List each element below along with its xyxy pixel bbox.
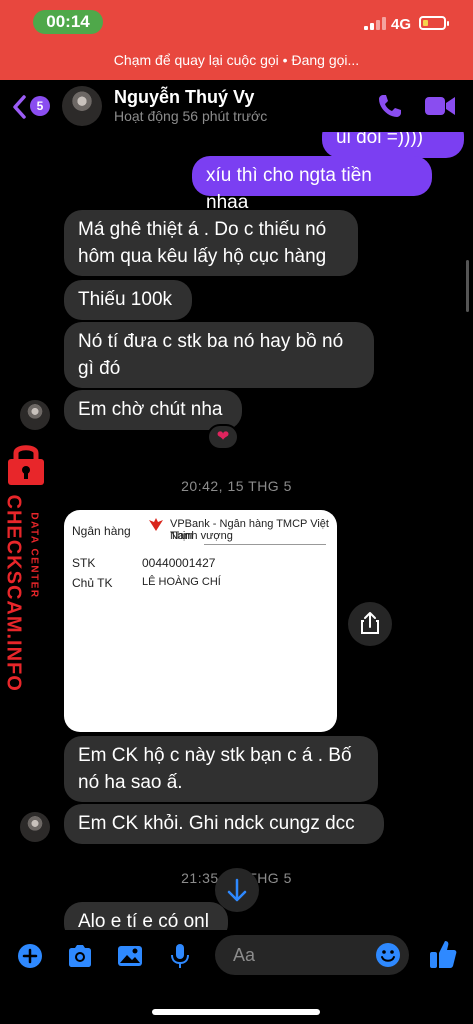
status-time: 00:14 xyxy=(33,10,103,34)
camera-icon[interactable] xyxy=(66,942,94,970)
home-indicator[interactable] xyxy=(152,1009,320,1015)
sender-avatar[interactable] xyxy=(20,812,50,842)
contact-avatar[interactable] xyxy=(62,86,102,126)
unread-count-badge: 5 xyxy=(30,96,50,116)
account-number: 00440001427 xyxy=(142,556,216,570)
scrollbar[interactable] xyxy=(466,260,469,312)
share-icon xyxy=(361,612,379,634)
holder-name: LÊ HOÀNG CHÍ xyxy=(142,576,221,588)
outgoing-message[interactable]: xíu thì cho ngta tiền nhaa xyxy=(192,156,432,213)
message-input[interactable]: Aa xyxy=(215,935,409,975)
holder-label: Chủ TK xyxy=(72,576,113,590)
sender-avatar[interactable] xyxy=(20,400,50,430)
lock-icon xyxy=(8,445,44,485)
bank-info-image[interactable]: Ngân hàng VPBank - Ngân hàng TMCP Việt N… xyxy=(64,510,337,732)
scroll-to-bottom-button[interactable] xyxy=(215,868,259,912)
thumbs-up-icon[interactable] xyxy=(428,938,458,970)
outgoing-message[interactable]: ui dồi =)))) xyxy=(322,132,464,158)
watermark-subtitle: DATA CENTER xyxy=(28,512,40,599)
battery-icon xyxy=(419,16,449,30)
divider xyxy=(204,544,326,545)
incoming-message[interactable]: Má ghê thiệt á . Do c thiếu nó hôm qua k… xyxy=(64,210,358,276)
bank-name-line2: Thịnh vượng xyxy=(170,530,233,542)
chat-header: 5 Nguyễn Thuý Vy Hoạt động 56 phút trước xyxy=(0,80,473,132)
timestamp: 20:42, 15 THG 5 xyxy=(181,478,292,494)
contact-name[interactable]: Nguyễn Thuý Vy xyxy=(114,87,254,108)
call-banner-bar[interactable]: 00:14 4G Chạm để quay lại cuộc gọi • Đan… xyxy=(0,0,473,80)
network-type: 4G xyxy=(391,16,412,33)
incoming-message[interactable]: Nó tí đưa c stk ba nó hay bồ nó gì đó xyxy=(64,322,374,388)
contact-status: Hoạt động 56 phút trước xyxy=(114,108,268,124)
emoji-icon[interactable] xyxy=(375,942,401,968)
vpbank-logo-icon xyxy=(149,518,163,531)
account-label: STK xyxy=(72,556,96,570)
return-to-call-text[interactable]: Chạm để quay lại cuộc gọi • Đang gọi... xyxy=(0,52,473,68)
phone-icon[interactable] xyxy=(376,92,404,120)
watermark-brand: CHECKSCAM.INFO xyxy=(2,494,25,692)
image-icon[interactable] xyxy=(116,942,144,970)
heart-reaction[interactable]: ❤ xyxy=(207,424,239,450)
incoming-message[interactable]: Alo e tí e có onl xyxy=(64,902,228,930)
arrow-down-icon xyxy=(227,878,247,902)
back-chevron-icon xyxy=(13,95,26,119)
incoming-message[interactable]: Thiếu 100k xyxy=(64,280,192,320)
video-camera-icon[interactable] xyxy=(424,94,456,118)
incoming-message[interactable]: Em CK hộ c này stk bạn c á . Bố nó ha sa… xyxy=(64,736,378,802)
microphone-icon[interactable] xyxy=(166,942,194,970)
message-list[interactable]: ui dồi =)))) xíu thì cho ngta tiền nhaa … xyxy=(0,132,473,930)
message-input-placeholder: Aa xyxy=(233,945,256,965)
back-button[interactable]: 5 xyxy=(12,94,52,120)
bank-label: Ngân hàng xyxy=(72,524,131,538)
message-composer: Aa xyxy=(0,930,473,1024)
share-button[interactable] xyxy=(348,602,392,646)
plus-icon[interactable] xyxy=(16,942,44,970)
incoming-message[interactable]: Em CK khỏi. Ghi ndck cungz dcc xyxy=(64,804,384,844)
signal-icon xyxy=(364,16,386,30)
